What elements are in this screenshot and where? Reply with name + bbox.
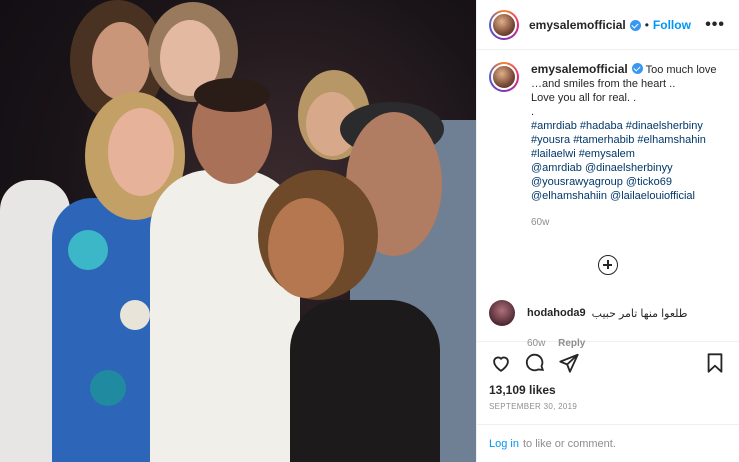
comment-meta: 60w Reply	[527, 338, 728, 349]
caption-text-line: …and smiles from the heart ..	[531, 78, 676, 90]
login-text: to like or comment.	[522, 437, 616, 450]
caption: emysalemofficial Too much love …and smil…	[489, 62, 727, 230]
verified-badge-icon	[629, 20, 641, 31]
comment-item: hodahoda9 طلعوا منها تامر حبيب 60w Reply	[489, 300, 728, 349]
photo-shape	[92, 22, 150, 100]
instagram-post: emysalemofficial • Follow ••• emysalemof…	[0, 0, 739, 462]
share-icon[interactable]	[557, 351, 581, 375]
hashtag-line[interactable]: #yousra #tamerhabib #elhamshahin	[531, 133, 727, 147]
verified-badge-icon	[631, 63, 643, 74]
comment-text: طلعوا منها تامر حبيب	[591, 307, 688, 320]
heart-icon[interactable]	[489, 351, 513, 375]
mention-line[interactable]: @amrdiab @dinaelsherbinyy	[531, 161, 727, 175]
avatar-image	[491, 64, 517, 90]
photo-shape	[90, 370, 126, 406]
username-link[interactable]: emysalemofficial	[529, 18, 626, 32]
photo-shape	[120, 300, 150, 330]
comment-icon[interactable]	[523, 351, 547, 375]
mention-line[interactable]: @elhamshahiin @lailaelouiofficial	[531, 189, 727, 203]
bookmark-icon[interactable]	[703, 351, 727, 375]
more-options-icon[interactable]: •••	[705, 16, 725, 32]
caption-time[interactable]: 60w	[531, 216, 727, 230]
login-prompt: Log in to like or comment.	[477, 424, 739, 462]
separator-dot: •	[644, 17, 649, 32]
caption-text-line: .	[531, 106, 535, 118]
photo-shape	[268, 198, 344, 298]
photo-shape	[290, 300, 440, 462]
comment-avatar[interactable]	[489, 300, 515, 326]
caption-tags: #amrdiab #hadaba #dinaelsherbiny #yousra…	[531, 119, 727, 203]
hashtag-line[interactable]: #lailaelwi #emysalem	[531, 147, 727, 161]
post-sidebar: emysalemofficial • Follow ••• emysalemof…	[476, 0, 739, 462]
caption-avatar[interactable]	[489, 62, 519, 92]
likes-count[interactable]: 13,109 likes	[477, 383, 739, 399]
comments-area: emysalemofficial Too much love …and smil…	[477, 50, 739, 349]
hashtag-line[interactable]: #amrdiab #hadaba #dinaelsherbiny	[531, 119, 727, 133]
caption-text-line: Too much love	[645, 64, 717, 76]
photo-shape	[194, 78, 270, 112]
post-date: SEPTEMBER 30, 2019	[489, 402, 578, 411]
post-photo[interactable]	[0, 0, 476, 462]
comment-row: hodahoda9 طلعوا منها تامر حبيب	[489, 300, 728, 326]
plus-circle-icon[interactable]	[598, 255, 618, 275]
reply-button[interactable]: Reply	[558, 338, 585, 349]
avatar[interactable]	[489, 9, 519, 40]
avatar-image	[491, 11, 517, 38]
caption-body: emysalemofficial Too much love …and smil…	[531, 62, 727, 230]
follow-button[interactable]: Follow	[653, 18, 691, 32]
post-header: emysalemofficial • Follow •••	[477, 0, 739, 50]
photo-shape	[68, 230, 108, 270]
login-link[interactable]: Log in	[489, 438, 519, 450]
caption-username[interactable]: emysalemofficial	[531, 62, 628, 76]
comment-time[interactable]: 60w	[527, 338, 545, 349]
mention-line[interactable]: @yousrawyagroup @ticko69	[531, 175, 727, 189]
photo-shape	[108, 108, 174, 196]
caption-text-line: Love you all for real. .	[531, 92, 637, 104]
comment-username[interactable]: hodahoda9	[527, 307, 586, 319]
